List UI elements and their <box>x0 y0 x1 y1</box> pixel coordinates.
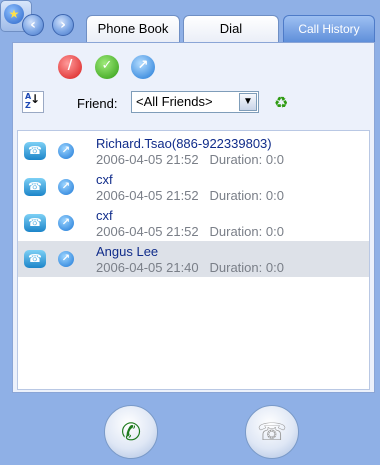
call-datetime: 2006-04-05 21:52 <box>96 188 199 203</box>
forward-arrow-icon[interactable]: › <box>52 14 74 36</box>
call-datetime: 2006-04-05 21:52 <box>96 224 199 239</box>
phone-icon: ☎ <box>24 250 46 268</box>
call-row[interactable]: ☎ ↗ cxf 2006-04-05 21:52 Duration: 0:0 <box>18 169 369 205</box>
call-datetime: 2006-04-05 21:52 <box>96 152 199 167</box>
delete-icon[interactable]: / <box>58 55 82 79</box>
call-button[interactable]: ✆ <box>104 405 158 459</box>
call-meta: 2006-04-05 21:52 Duration: 0:0 <box>96 224 284 239</box>
call-row[interactable]: ☎ ↗ cxf 2006-04-05 21:52 Duration: 0:0 <box>18 205 369 241</box>
friend-dropdown-value: <All Friends> <box>136 94 213 109</box>
call-datetime: 2006-04-05 21:40 <box>96 260 199 275</box>
call-duration: Duration: 0:0 <box>209 260 284 275</box>
call-meta: 2006-04-05 21:40 Duration: 0:0 <box>96 260 284 275</box>
call-duration: Duration: 0:0 <box>209 224 284 239</box>
outgoing-call-icon[interactable]: ↗ <box>131 55 155 79</box>
tab-call-history[interactable]: Call History <box>283 15 375 42</box>
hangup-button[interactable]: ☏ <box>245 405 299 459</box>
recycle-bin-icon[interactable]: ♻ <box>270 91 292 115</box>
call-meta: 2006-04-05 21:52 Duration: 0:0 <box>96 188 284 203</box>
call-name: cxf <box>96 172 113 187</box>
sort-arrow-icon: ↓ <box>29 92 40 106</box>
call-row[interactable]: ☎ ↗ Richard.Tsao(886-922339803) 2006-04-… <box>18 133 369 169</box>
call-history-list[interactable]: ☎ ↗ Richard.Tsao(886-922339803) 2006-04-… <box>17 130 370 390</box>
call-duration: Duration: 0:0 <box>209 188 284 203</box>
phone-icon: ☎ <box>24 178 46 196</box>
call-name: Angus Lee <box>96 244 159 259</box>
sort-az-icon[interactable]: A Z ↓ <box>22 91 44 113</box>
outgoing-call-icon: ↗ <box>58 179 74 195</box>
call-history-window: ‹ › Phone Book Dial Call History ★ / ✓ ↗… <box>0 0 380 465</box>
outgoing-call-icon: ↗ <box>58 215 74 231</box>
call-meta: 2006-04-05 21:52 Duration: 0:0 <box>96 152 284 167</box>
call-name: Richard.Tsao(886-922339803) <box>96 136 272 151</box>
phone-icon: ☎ <box>24 214 46 232</box>
tab-dial[interactable]: Dial <box>183 15 279 42</box>
friend-label: Friend: <box>77 96 118 111</box>
phone-icon: ☎ <box>24 142 46 160</box>
outgoing-call-icon: ↗ <box>58 251 74 267</box>
hangup-icon: ☏ <box>256 418 287 446</box>
back-arrow-icon[interactable]: ‹ <box>22 14 44 36</box>
call-row[interactable]: ☎ ↗ Angus Lee 2006-04-05 21:40 Duration:… <box>18 241 369 277</box>
chevron-down-icon[interactable]: ▼ <box>239 93 257 111</box>
check-icon[interactable]: ✓ <box>95 55 119 79</box>
outgoing-call-icon: ↗ <box>58 143 74 159</box>
call-name: cxf <box>96 208 113 223</box>
call-duration: Duration: 0:0 <box>209 152 284 167</box>
phone-handset-icon: ✆ <box>120 418 142 446</box>
tab-phone-book[interactable]: Phone Book <box>86 15 180 42</box>
friend-dropdown[interactable]: <All Friends> ▼ <box>131 91 259 113</box>
star-icon: ★ <box>4 4 24 24</box>
